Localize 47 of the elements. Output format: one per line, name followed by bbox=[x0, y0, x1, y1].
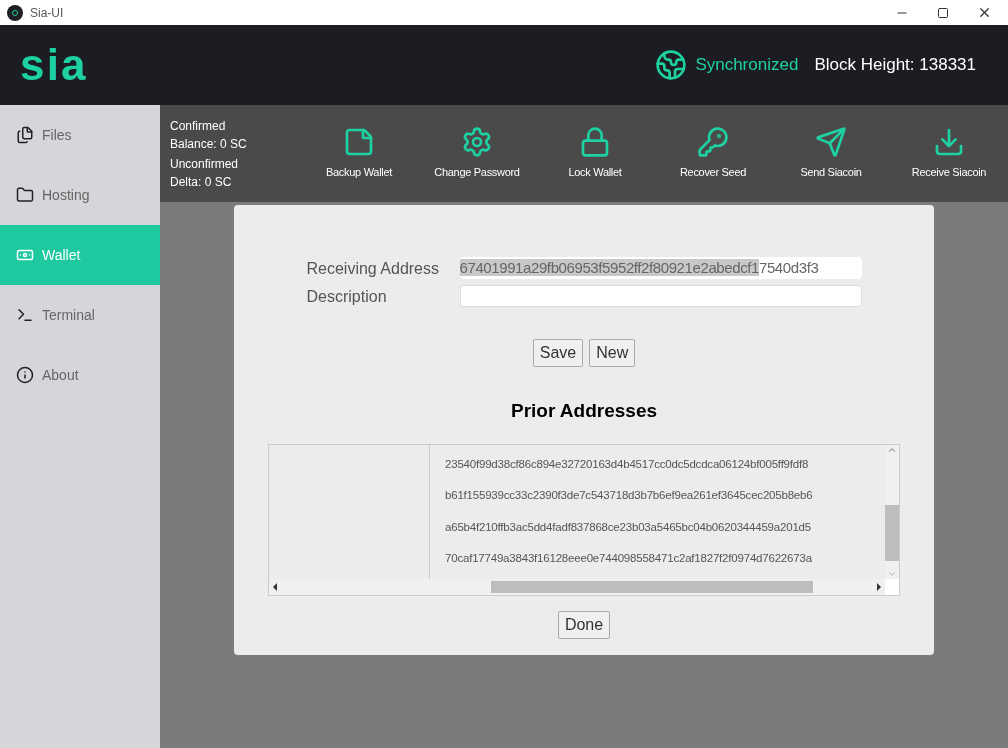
balance-text: Delta: 0 SC bbox=[170, 173, 233, 191]
app-icon bbox=[8, 5, 22, 20]
window-title: Sia-UI bbox=[30, 4, 64, 22]
dialog-button[interactable]: Save bbox=[532, 339, 584, 367]
close-icon[interactable] bbox=[977, 5, 992, 20]
folder-icon bbox=[16, 186, 34, 204]
balance-text: Unconfirmed bbox=[170, 155, 240, 173]
description-field[interactable] bbox=[459, 285, 862, 307]
balance-text: Confirmed bbox=[170, 117, 227, 135]
sync-status: Synchronized bbox=[695, 54, 799, 77]
address-cell[interactable]: a65b4f210ffb3ac5dd4fadf837868ce23b03a5465bc04b0620344459a201d5 bbox=[445, 518, 885, 536]
scrollbar-thumb[interactable] bbox=[491, 580, 813, 593]
globe-icon bbox=[655, 49, 688, 81]
toolbar-button[interactable]: Recover Seed bbox=[654, 126, 772, 181]
balance-text: Balance: 0 SC bbox=[170, 135, 248, 153]
info-icon bbox=[16, 366, 34, 384]
field-label: Receiving Address bbox=[306, 259, 440, 279]
sidebar-item[interactable]: Hosting bbox=[0, 165, 160, 225]
toolbar-button[interactable]: Change Password bbox=[418, 126, 536, 181]
sidebar-item[interactable]: Terminal bbox=[0, 285, 160, 345]
address-cell[interactable]: b61f155939cc33c2390f3de7c543718d3b7b6ef9ea261ef3645cec205b8eb6 bbox=[445, 487, 885, 505]
dialog-button[interactable]: New bbox=[589, 339, 636, 367]
address-cell[interactable]: 23540f99d38cf86c894e32720163d4b4517cc0dc5dcdca06124bf005ff9fdf8 bbox=[445, 455, 885, 473]
terminal-icon bbox=[16, 306, 34, 324]
vertical-scrollbar[interactable] bbox=[885, 444, 899, 579]
scroll-right-icon[interactable] bbox=[877, 582, 881, 591]
sidebar-item[interactable]: About bbox=[0, 345, 160, 405]
paper-plane-icon bbox=[815, 126, 847, 159]
files-icon bbox=[16, 126, 34, 144]
key-icon bbox=[697, 126, 729, 159]
maximize-icon[interactable] bbox=[937, 6, 949, 19]
toolbar-button[interactable]: Send Siacoin bbox=[772, 126, 890, 181]
scroll-left-icon[interactable] bbox=[273, 582, 277, 591]
toolbar-button[interactable]: Receive Siacoin bbox=[890, 126, 1008, 181]
block-height: Block Height: 138331 bbox=[814, 54, 976, 77]
field-label: Description bbox=[306, 287, 388, 307]
address-field[interactable]: 67401991a29fb06953f5952ff2f80921e2abedcf17540d3f3 bbox=[459, 257, 862, 279]
toolbar-button[interactable]: Backup Wallet bbox=[300, 126, 418, 181]
lock-icon bbox=[579, 126, 611, 159]
scrollbar-thumb[interactable] bbox=[885, 504, 899, 561]
address-cell[interactable]: 70caf17749a3843f16128eee0e744098558471c2af1827f2f0974d7622673a bbox=[445, 550, 885, 568]
done-button[interactable]: Done bbox=[557, 610, 611, 639]
logo: sia bbox=[20, 43, 88, 87]
section-title: Prior Addresses bbox=[510, 399, 658, 423]
sidebar-item[interactable]: Files bbox=[0, 105, 160, 165]
toolbar-button[interactable]: Lock Wallet bbox=[536, 126, 654, 181]
gear-icon bbox=[461, 126, 493, 159]
